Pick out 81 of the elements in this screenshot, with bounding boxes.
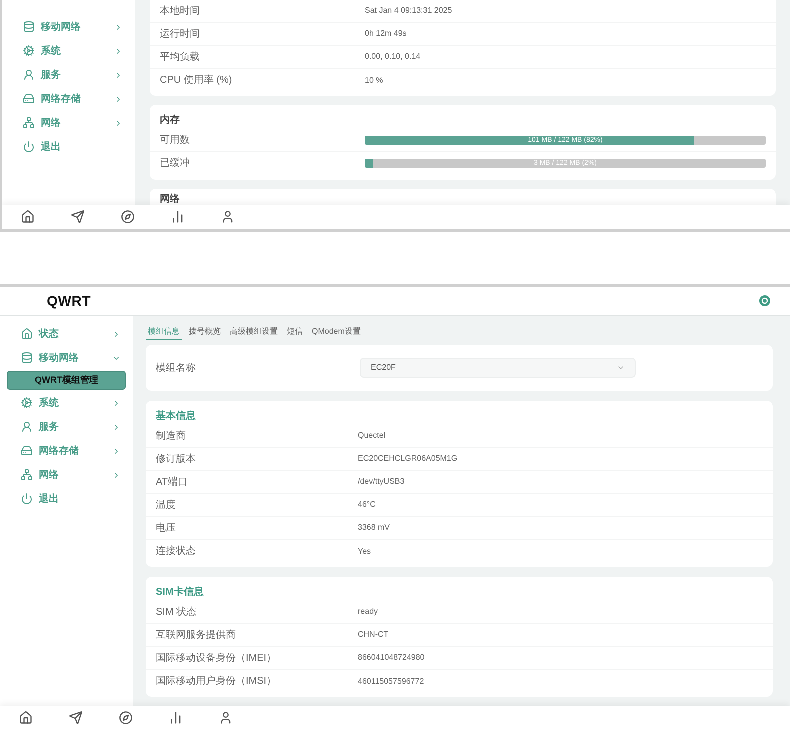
row-label: 互联网服务提供商: [156, 628, 237, 642]
home-icon[interactable]: [19, 711, 33, 725]
user-icon: [23, 69, 35, 81]
row-label: 可用数: [160, 134, 191, 148]
status-icon[interactable]: [759, 295, 771, 307]
sidebar-item[interactable]: 网络存储: [0, 439, 133, 463]
drive-icon: [23, 93, 35, 105]
row-value: 0.00, 0.10, 0.14: [365, 51, 421, 63]
power-icon: [21, 493, 33, 505]
sidebar-subitem[interactable]: QWRT模组管理: [7, 371, 126, 390]
row-value: /dev/ttyUSB3: [358, 476, 405, 488]
sidebar-item[interactable]: 系统: [0, 391, 133, 415]
tab[interactable]: 高级模组设置: [228, 326, 280, 340]
sidebar-item[interactable]: 服务: [0, 415, 133, 439]
row-label: 温度: [156, 498, 177, 512]
row-value: Yes: [358, 546, 372, 558]
compass-icon[interactable]: [121, 210, 135, 224]
home-icon: [21, 328, 33, 340]
user-icon[interactable]: [219, 711, 233, 725]
section-title: 基本信息: [155, 410, 197, 424]
bar-chart-icon[interactable]: [169, 711, 183, 725]
field-label: 模组名称: [156, 362, 197, 376]
database-icon: [21, 352, 33, 364]
drive-icon: [21, 445, 33, 457]
row-label: 运行时间: [160, 28, 201, 42]
row-label: 连接状态: [156, 544, 197, 559]
sidebar-item[interactable]: 退出: [2, 135, 135, 159]
row-label: 已缓冲: [160, 156, 191, 170]
tab[interactable]: QModem设置: [310, 326, 363, 340]
tab[interactable]: 拨号概览: [187, 326, 223, 340]
sidebar-item[interactable]: 移动网络: [2, 15, 135, 39]
home-icon[interactable]: [21, 210, 35, 224]
user-icon: [21, 421, 33, 433]
sidebar-item[interactable]: 移动网络: [0, 346, 133, 370]
sidebar-item[interactable]: 服务: [2, 63, 135, 87]
sidebar-item[interactable]: 退出: [0, 487, 133, 511]
row-label: AT端口: [156, 476, 190, 490]
compass-icon[interactable]: [119, 711, 133, 725]
network-icon: [23, 117, 35, 129]
row-label: 本地时间: [160, 4, 201, 18]
row-label: 国际移动设备身份（IMEI）: [156, 652, 278, 666]
settings-icon: [21, 397, 33, 409]
row-value: 460115057596772: [358, 676, 424, 688]
card-title: 网络: [159, 192, 181, 207]
row-value: 0h 12m 49s: [365, 28, 407, 40]
card-title: 内存: [159, 114, 181, 128]
row-value: EC20CEHCLGR06A05M1G: [358, 453, 458, 465]
tab[interactable]: 模组信息: [146, 326, 182, 340]
network-icon: [21, 469, 33, 481]
tab[interactable]: 短信: [285, 326, 305, 340]
row-value: 10 %: [365, 74, 384, 86]
row-value: Quectel: [358, 430, 386, 442]
sidebar-item[interactable]: 状态: [0, 322, 133, 346]
sidebar-item[interactable]: 系统: [2, 39, 135, 63]
settings-icon: [23, 45, 35, 57]
sidebar-item[interactable]: 网络存储: [2, 87, 135, 111]
database-icon: [23, 21, 35, 33]
row-value: Sat Jan 4 09:13:31 2025: [365, 5, 452, 17]
caret-icon: [617, 364, 625, 372]
row-label: 国际移动用户身份（IMSI）: [156, 674, 278, 689]
sidebar-item[interactable]: 网络: [0, 463, 133, 487]
section-title: SIM卡信息: [155, 586, 205, 600]
bar-chart-icon[interactable]: [171, 210, 185, 224]
row-label: CPU 使用率 (%): [160, 74, 234, 88]
row-value: 3368 mV: [358, 522, 390, 534]
row-value: 866041048724980: [358, 652, 425, 664]
send-icon[interactable]: [71, 210, 85, 224]
row-value: CHN-CT: [358, 629, 389, 641]
row-value: 46°C: [358, 499, 376, 511]
row-label: 制造商: [156, 430, 187, 444]
row-label: 平均负载: [160, 50, 201, 64]
sidebar-item[interactable]: 网络: [2, 111, 135, 135]
brand-logo: QWRT: [47, 292, 92, 311]
module-select[interactable]: EC20F: [360, 358, 636, 378]
row-value: ready: [358, 606, 378, 618]
row-label: 电压: [156, 522, 177, 536]
row-label: 修订版本: [156, 452, 197, 466]
row-label: SIM 状态: [156, 606, 198, 620]
send-icon[interactable]: [69, 711, 83, 725]
power-icon: [23, 141, 35, 153]
user-icon[interactable]: [221, 210, 235, 224]
